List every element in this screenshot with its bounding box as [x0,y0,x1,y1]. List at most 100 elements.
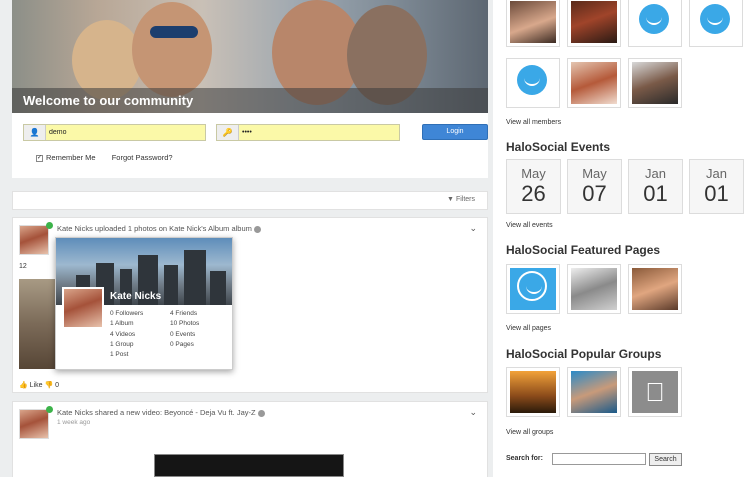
member-thumb[interactable] [628,58,682,108]
view-all-pages-link[interactable]: View all pages [506,325,551,332]
filters-button[interactable]: ▼ Filters [447,196,475,203]
post-headline: Kate Nicks shared a new video: Beyoncé -… [57,408,265,417]
event-day: 26 [521,181,546,206]
remember-label: Remember Me [46,153,96,162]
post-time: 1 week ago [57,419,91,426]
stat-events[interactable]: 0 Events [170,330,199,340]
online-status-dot [46,406,53,413]
view-all-members-link[interactable]: View all members [506,119,561,126]
chevron-down-icon[interactable]: ⌄ [469,223,477,234]
dislike-button[interactable]: 👎 0 [44,382,59,389]
smiley-avatar-icon [517,65,547,95]
event-month: May [521,166,546,181]
stat-posts[interactable]: 1 Post [110,350,143,360]
page-thumb[interactable] [506,264,560,314]
hovercard-name[interactable]: Kate Nicks [110,291,161,302]
event-month: May [582,166,607,181]
member-thumb[interactable] [506,58,560,108]
event-day: 07 [582,181,607,206]
user-icon: 👤 [24,125,46,140]
view-all-groups-link[interactable]: View all groups [506,429,553,436]
stat-photos[interactable]: 10 Photos [170,319,199,329]
post-headline-text[interactable]: Kate Nicks shared a new video: Beyoncé -… [57,408,256,417]
events-title: HaloSocial Events [506,140,611,154]
group-thumb[interactable] [506,367,560,417]
avatar[interactable] [19,409,49,439]
avatar[interactable] [19,225,49,255]
activity-column: Welcome to our community 👤 🔑 Login ✓Reme… [0,0,500,477]
apple-logo-icon:  [632,371,678,413]
forgot-password-link[interactable]: Forgot Password? [112,153,173,162]
page-photo [571,268,617,310]
page-thumb[interactable] [567,264,621,314]
key-icon: 🔑 [217,125,239,140]
username-input[interactable] [49,125,199,140]
stat-groups[interactable]: 1 Group [110,340,143,350]
password-input[interactable] [242,125,392,140]
sunglasses [150,26,198,38]
member-thumb[interactable] [506,0,560,47]
search-button[interactable]: Search [649,453,682,466]
stat-followers[interactable]: 0 Followers [110,309,143,319]
search-label: Search for: [506,455,543,462]
member-thumb[interactable] [567,0,621,47]
smiley-avatar-icon [639,4,669,34]
online-status-dot [46,222,53,229]
event-date-tile[interactable]: Jan 01 [628,159,683,214]
member-photo [571,62,617,104]
event-date-tile[interactable]: May 07 [567,159,622,214]
post-headline: Kate Nicks uploaded 1 photos on Kate Nic… [57,224,261,233]
hovercard-avatar[interactable] [62,287,104,329]
search-input[interactable] [552,453,646,465]
hero-caption: Welcome to our community [12,88,488,113]
password-field[interactable]: 🔑 [216,124,400,141]
group-thumb[interactable]:  [628,367,682,417]
username-field[interactable]: 👤 [23,124,206,141]
chevron-down-icon[interactable]: ⌄ [469,407,477,418]
member-photo [571,1,617,43]
video-thumbnail[interactable] [154,454,344,477]
dislike-count: 0 [55,382,60,389]
thumbs-up-icon: 👍 [19,382,28,389]
stat-videos[interactable]: 4 Videos [110,330,143,340]
stat-pages[interactable]: 0 Pages [170,340,199,350]
thumbs-down-icon: 👎 [44,382,54,389]
member-photo [632,62,678,104]
group-photo [510,371,556,413]
user-hovercard: Kate Nicks 0 Followers 1 Album 4 Videos … [55,237,233,370]
remember-checkbox[interactable]: ✓ [36,154,43,162]
page-thumb[interactable] [628,264,682,314]
group-thumb[interactable] [567,367,621,417]
member-thumb[interactable] [567,58,621,108]
event-date-tile[interactable]: Jan 01 [689,159,744,214]
pages-title: HaloSocial Featured Pages [506,243,661,257]
member-photo [510,1,556,43]
welcome-card: Welcome to our community 👤 🔑 Login ✓Reme… [12,0,488,178]
page-photo [632,268,678,310]
member-thumb[interactable] [628,0,682,47]
globe-icon [253,225,261,233]
event-day: 01 [643,181,668,206]
group-photo [571,371,617,413]
post-headline-text[interactable]: Kate Nicks uploaded 1 photos on Kate Nic… [57,224,252,233]
smiley-avatar-icon [700,4,730,34]
member-thumb[interactable] [689,0,743,47]
filters-label: Filters [455,196,475,203]
remember-row: ✓ Remember Me Forgot Password? [36,153,173,162]
event-day: 01 [704,181,729,206]
view-all-events-link[interactable]: View all events [506,222,553,229]
smiley-avatar-icon [517,271,547,301]
reactions: 👍 Like 👎 0 [19,381,59,389]
groups-title: HaloSocial Popular Groups [506,347,662,361]
event-date-tile[interactable]: May 26 [506,159,561,214]
login-button[interactable]: Login [422,124,488,140]
stat-albums[interactable]: 1 Album [110,319,143,329]
post-text: 12 [19,263,27,270]
filter-bar: ▼ Filters [12,191,488,210]
like-button[interactable]: 👍 Like [19,382,43,389]
search-form: Search for: Search [506,453,682,466]
like-label: Like [29,382,43,389]
login-form: 👤 🔑 Login [23,124,488,141]
post-photo[interactable] [19,279,57,369]
stat-friends[interactable]: 4 Friends [170,309,199,319]
